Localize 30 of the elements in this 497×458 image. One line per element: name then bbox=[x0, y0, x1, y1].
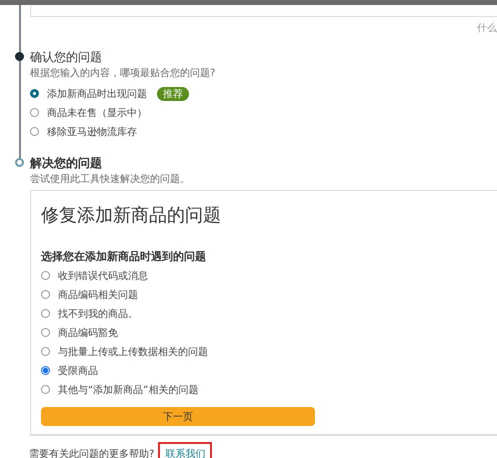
radio-button[interactable] bbox=[41, 309, 50, 318]
radio-button[interactable] bbox=[30, 127, 39, 136]
step-title: 解决您的问题 bbox=[30, 155, 103, 172]
option-label: 商品编码豁免 bbox=[58, 326, 118, 340]
next-button[interactable]: 下一页 bbox=[41, 407, 315, 426]
help-link[interactable]: 什么 bbox=[477, 23, 497, 34]
step-subtitle: 尝试使用此工具快速解决您的问题。 bbox=[30, 172, 191, 186]
recommended-badge: 推荐 bbox=[157, 86, 189, 100]
option-label: 其他与“添加新商品”相关的问题 bbox=[58, 384, 198, 396]
radio-button[interactable] bbox=[41, 385, 50, 394]
option-label: 商品编码相关问题 bbox=[58, 288, 138, 302]
step-subtitle: 根据您输入的内容，哪项最贴合您的问题? bbox=[30, 66, 216, 80]
radio-button[interactable] bbox=[30, 89, 39, 98]
radio-button[interactable] bbox=[41, 366, 50, 375]
option-label: 商品未在售（显示中） bbox=[47, 106, 147, 120]
option-label: 收到错误代码或消息 bbox=[58, 270, 148, 282]
radio-button[interactable] bbox=[41, 347, 50, 356]
option-label: 添加新商品时出现问题 bbox=[47, 88, 147, 100]
contact-link[interactable]: 联系我们 bbox=[158, 442, 212, 458]
option-label: 找不到我的商品。 bbox=[58, 308, 138, 320]
card-title: 修复添加新商品的问题 bbox=[41, 204, 222, 227]
radio-button[interactable] bbox=[41, 290, 50, 299]
radio-button[interactable] bbox=[41, 271, 50, 280]
option-label: 受限商品 bbox=[58, 364, 98, 378]
step-title: 确认您的问题 bbox=[30, 49, 103, 66]
radio-button[interactable] bbox=[30, 108, 39, 117]
radio-button[interactable] bbox=[41, 328, 50, 337]
option-label: 移除亚马逊物流库存 bbox=[47, 126, 137, 138]
option-label: 与批量上传或上传数据相关的问题 bbox=[58, 346, 208, 358]
question-label: 选择您在添加新商品时遇到的问题 bbox=[41, 249, 207, 264]
